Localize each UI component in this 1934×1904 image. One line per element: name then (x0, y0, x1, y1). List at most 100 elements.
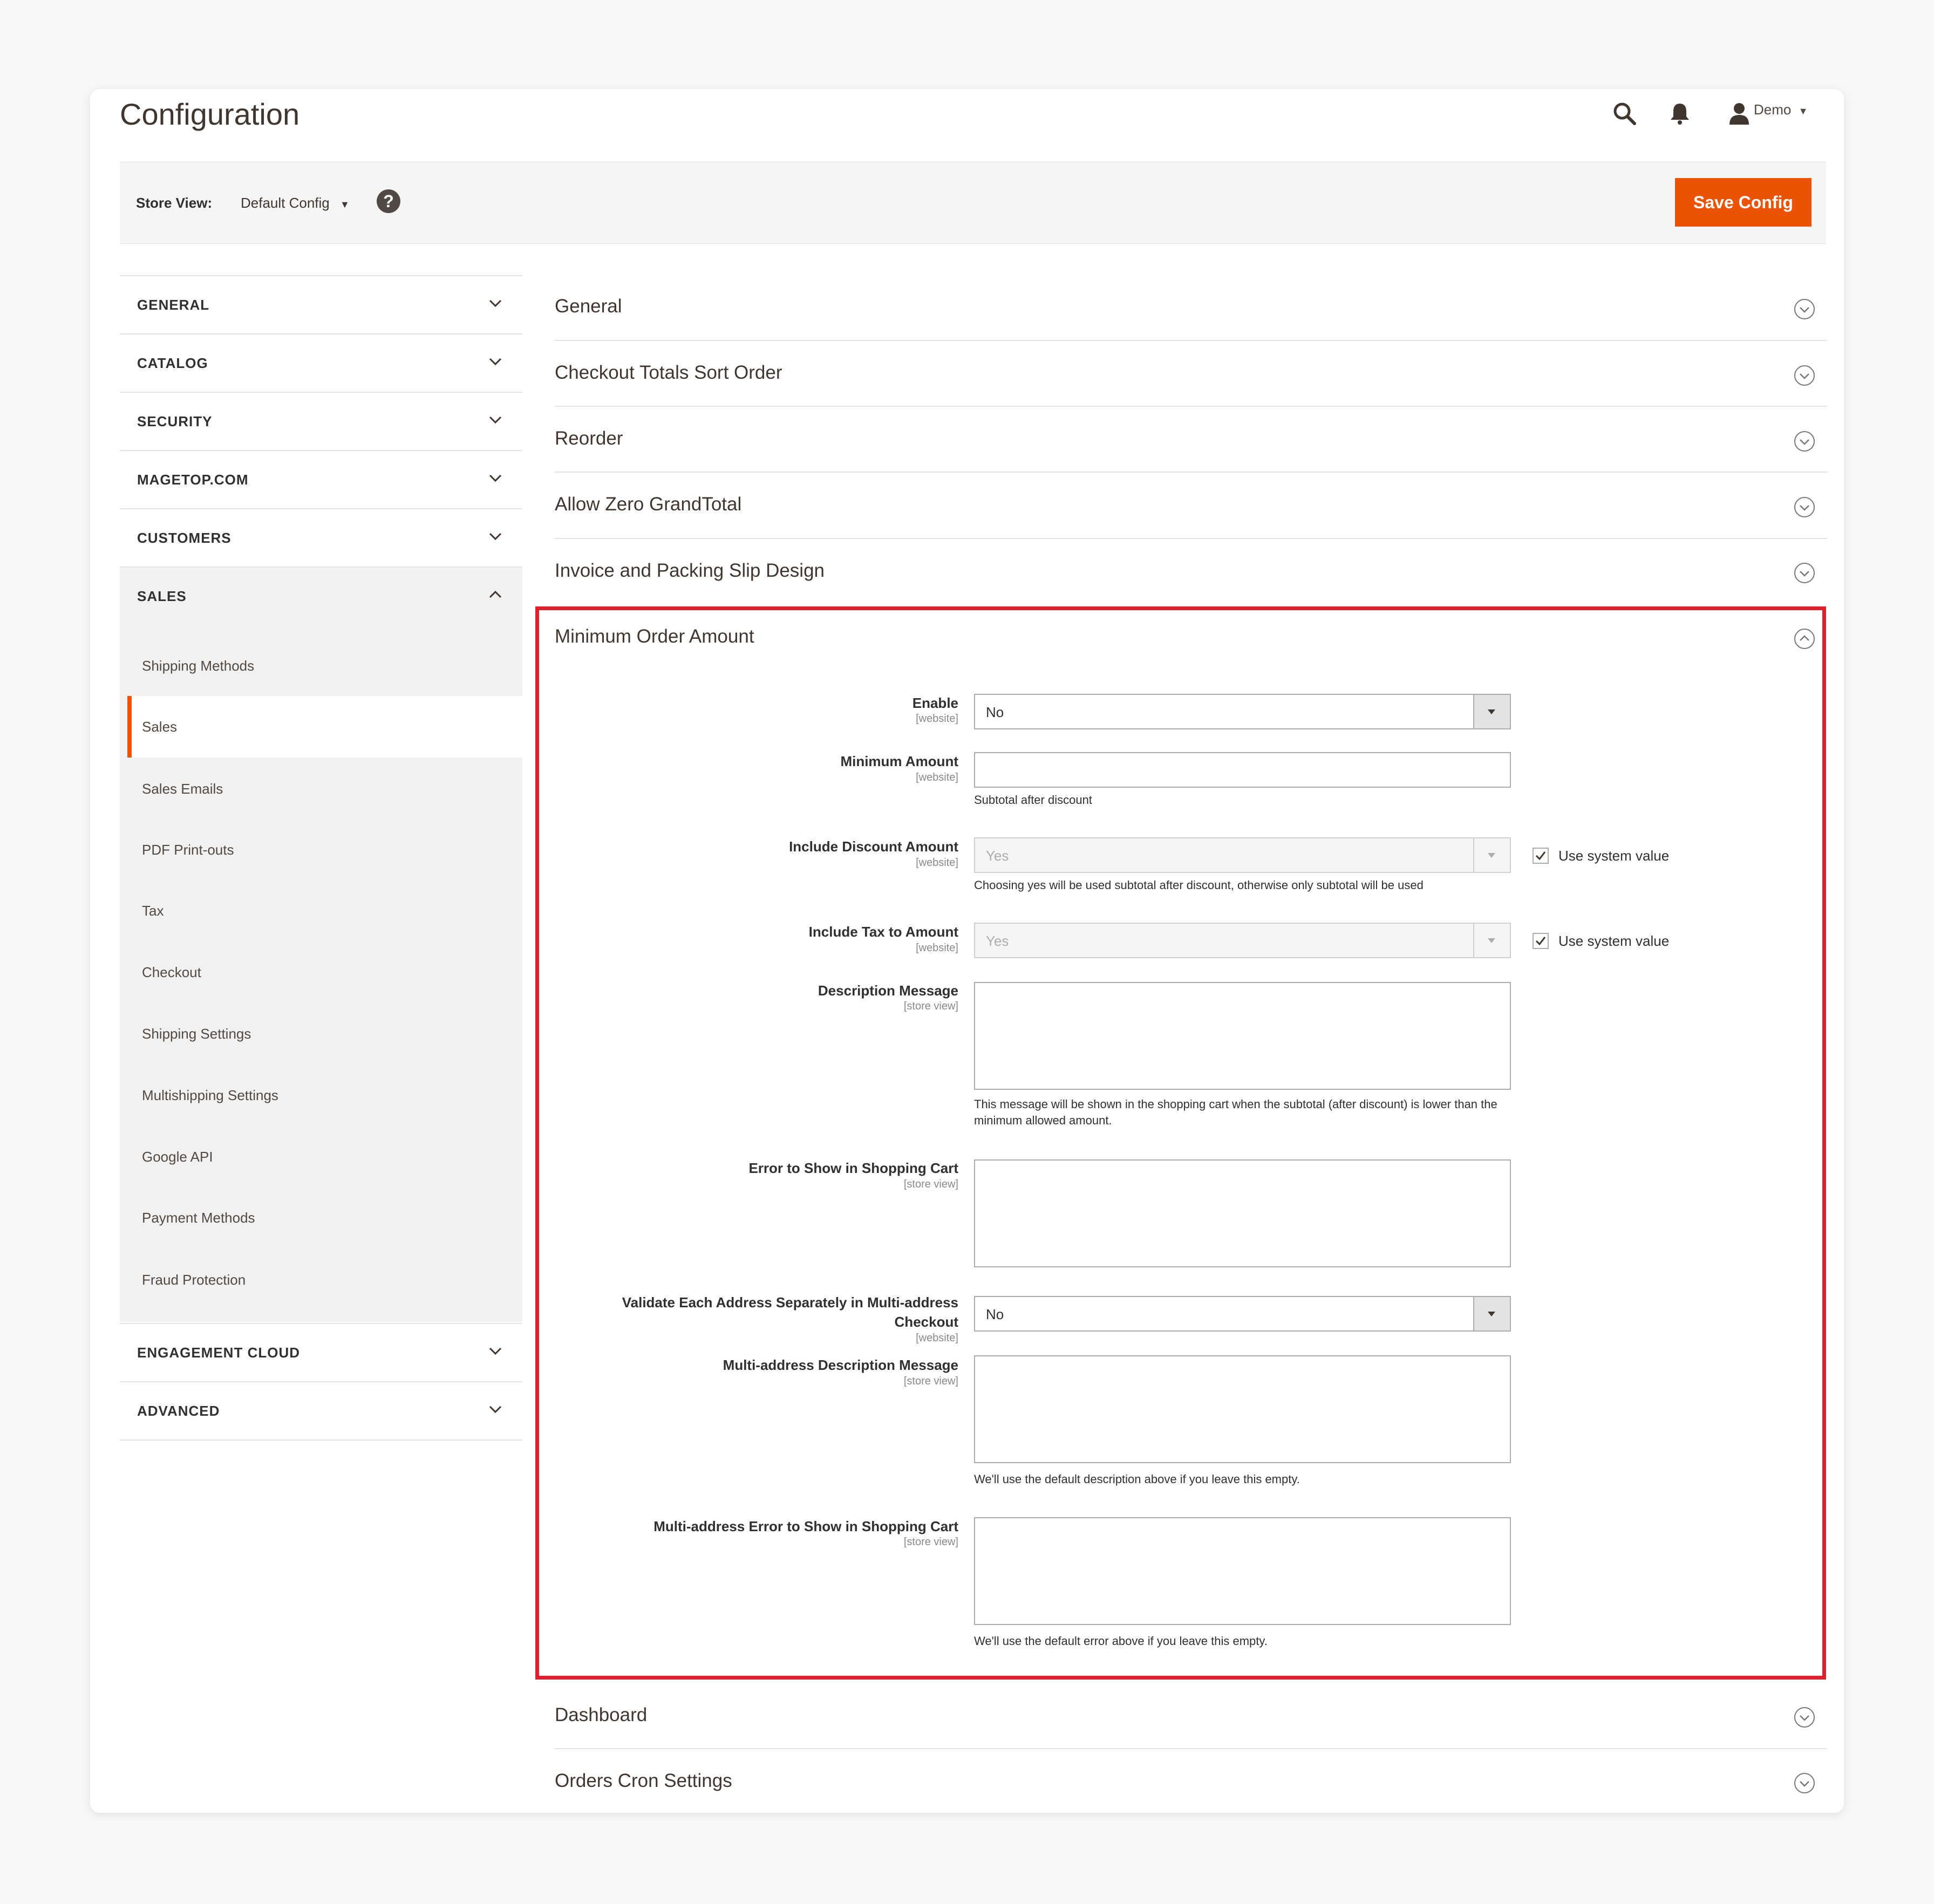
sidebar-item-label: CUSTOMERS (137, 530, 231, 546)
store-view-label: Store View: (136, 195, 213, 211)
multi-description-scope: [store view] (903, 1375, 958, 1387)
section-checkout-totals-sort-order[interactable]: Checkout Totals Sort Order (555, 359, 782, 386)
sidebar-item-label: CATALOG (137, 355, 208, 371)
sidebar-item-catalog[interactable]: CATALOG (120, 333, 522, 392)
sidebar-item-security[interactable]: SECURITY (120, 392, 522, 450)
expand-circle-icon[interactable] (1793, 429, 1816, 453)
description-message-label: Description Message (818, 982, 958, 999)
section-general[interactable]: General (555, 293, 622, 320)
include-tax-use-system-checkbox[interactable] (1533, 933, 1549, 949)
enable-select[interactable]: No (974, 694, 1511, 729)
sidebar-item-label: ADVANCED (137, 1403, 220, 1419)
chevron-down-icon (489, 299, 502, 308)
section-reorder[interactable]: Reorder (555, 425, 623, 452)
error-cart-label: Error to Show in Shopping Cart (748, 1160, 958, 1176)
include-discount-value: Yes (986, 848, 1009, 864)
include-discount-use-system-checkbox[interactable] (1533, 848, 1549, 864)
minimum-amount-input[interactable] (974, 752, 1511, 788)
section-allow-zero-grandtotal[interactable]: Allow Zero GrandTotal (555, 491, 741, 518)
caret-down-icon (1473, 1297, 1510, 1330)
user-name: Demo (1754, 101, 1792, 118)
chevron-down-icon (489, 474, 502, 482)
section-divider (555, 340, 1827, 341)
enable-scope: [website] (916, 713, 958, 725)
include-discount-select[interactable]: Yes (974, 837, 1511, 873)
subnav-item-sales-emails[interactable]: Sales Emails (142, 778, 223, 800)
collapse-circle-icon[interactable] (1793, 627, 1816, 651)
validate-each-label-line1: Validate Each Address Separately in Mult… (622, 1294, 958, 1311)
search-icon[interactable] (1608, 97, 1640, 129)
sidebar-item-magetop[interactable]: MAGETOP.COM (120, 450, 522, 508)
include-tax-value: Yes (986, 933, 1009, 949)
chevron-down-icon (489, 416, 502, 424)
error-cart-scope: [store view] (903, 1178, 958, 1190)
subnav-item-tax[interactable]: Tax (142, 900, 164, 922)
include-discount-label: Include Discount Amount (789, 838, 958, 855)
user-icon[interactable] (1723, 97, 1755, 129)
caret-down-icon (1473, 695, 1510, 728)
minimum-amount-label: Minimum Amount (840, 753, 958, 769)
check-icon (1535, 937, 1546, 946)
page-title: Configuration (120, 97, 300, 131)
check-icon (1535, 851, 1546, 861)
expand-circle-icon[interactable] (1793, 1705, 1816, 1729)
expand-circle-icon[interactable] (1793, 561, 1816, 585)
subnav-item-multishipping-settings[interactable]: Multishipping Settings (142, 1084, 278, 1106)
subnav-item-checkout[interactable]: Checkout (142, 961, 201, 983)
include-tax-select[interactable]: Yes (974, 923, 1511, 958)
multi-description-textarea[interactable] (974, 1355, 1511, 1463)
error-cart-textarea[interactable] (974, 1159, 1511, 1267)
expand-circle-icon[interactable] (1793, 1771, 1816, 1795)
validate-each-scope: [website] (916, 1332, 958, 1344)
sidebar-item-customers[interactable]: CUSTOMERS (120, 508, 522, 567)
subnav-item-pdf-printouts[interactable]: PDF Print-outs (142, 839, 234, 861)
subnav-item-fraud-protection[interactable]: Fraud Protection (142, 1269, 246, 1291)
enable-value: No (986, 704, 1004, 720)
help-icon[interactable]: ? (377, 189, 400, 213)
multi-error-textarea[interactable] (974, 1517, 1511, 1625)
section-minimum-order-amount[interactable]: Minimum Order Amount (555, 623, 754, 650)
sidebar-item-label: SALES (137, 588, 187, 604)
minimum-amount-note: Subtotal after discount (974, 793, 1092, 807)
bell-icon[interactable] (1664, 97, 1696, 129)
subnav-item-shipping-methods[interactable]: Shipping Methods (142, 655, 254, 677)
expand-circle-icon[interactable] (1793, 495, 1816, 519)
section-dashboard[interactable]: Dashboard (555, 1702, 647, 1729)
sidebar-item-sales[interactable]: SALES (120, 567, 522, 625)
sidebar-item-advanced[interactable]: ADVANCED (120, 1381, 522, 1441)
store-view-dropdown[interactable]: Default Config ▼ (241, 192, 350, 215)
sidebar-item-label: SECURITY (137, 413, 213, 429)
validate-each-select[interactable]: No (974, 1296, 1511, 1332)
section-divider (555, 1748, 1827, 1749)
store-switcher-bar (120, 162, 1826, 244)
subnav-item-payment-methods[interactable]: Payment Methods (142, 1207, 255, 1229)
save-config-button[interactable]: Save Config (1675, 178, 1812, 227)
multi-error-scope: [store view] (903, 1536, 958, 1548)
chevron-down-icon (489, 1405, 502, 1414)
chevron-down-icon (489, 1347, 502, 1355)
include-discount-use-system-label[interactable]: Use system value (1558, 846, 1669, 865)
description-message-scope: [store view] (903, 1000, 958, 1012)
subnav-active-indicator (127, 696, 527, 757)
subnav-item-google-api[interactable]: Google API (142, 1146, 213, 1168)
subnav-item-sales[interactable]: Sales (142, 716, 177, 738)
section-divider (555, 538, 1827, 539)
caret-down-icon (1473, 838, 1510, 872)
description-message-textarea[interactable] (974, 982, 1511, 1090)
subnav-item-shipping-settings[interactable]: Shipping Settings (142, 1023, 251, 1045)
sidebar-item-general[interactable]: GENERAL (120, 275, 522, 333)
expand-circle-icon[interactable] (1793, 297, 1816, 321)
sidebar-item-engagement-cloud[interactable]: ENGAGEMENT CLOUD (120, 1323, 522, 1381)
caret-down-icon: ▼ (340, 199, 350, 210)
include-tax-label: Include Tax to Amount (808, 924, 958, 940)
chevron-down-icon: ▼ (1798, 106, 1808, 117)
expand-circle-icon[interactable] (1793, 364, 1816, 387)
user-menu[interactable]: Demo ▼ (1754, 99, 1808, 122)
multi-description-note: We'll use the default description above … (974, 1472, 1300, 1486)
section-invoice-packing-slip-design[interactable]: Invoice and Packing Slip Design (555, 557, 825, 584)
include-tax-use-system-label[interactable]: Use system value (1558, 931, 1669, 951)
multi-description-label: Multi-address Description Message (723, 1357, 958, 1373)
validate-each-value: No (986, 1306, 1004, 1322)
section-orders-cron-settings[interactable]: Orders Cron Settings (555, 1767, 732, 1794)
chevron-down-icon (489, 358, 502, 366)
